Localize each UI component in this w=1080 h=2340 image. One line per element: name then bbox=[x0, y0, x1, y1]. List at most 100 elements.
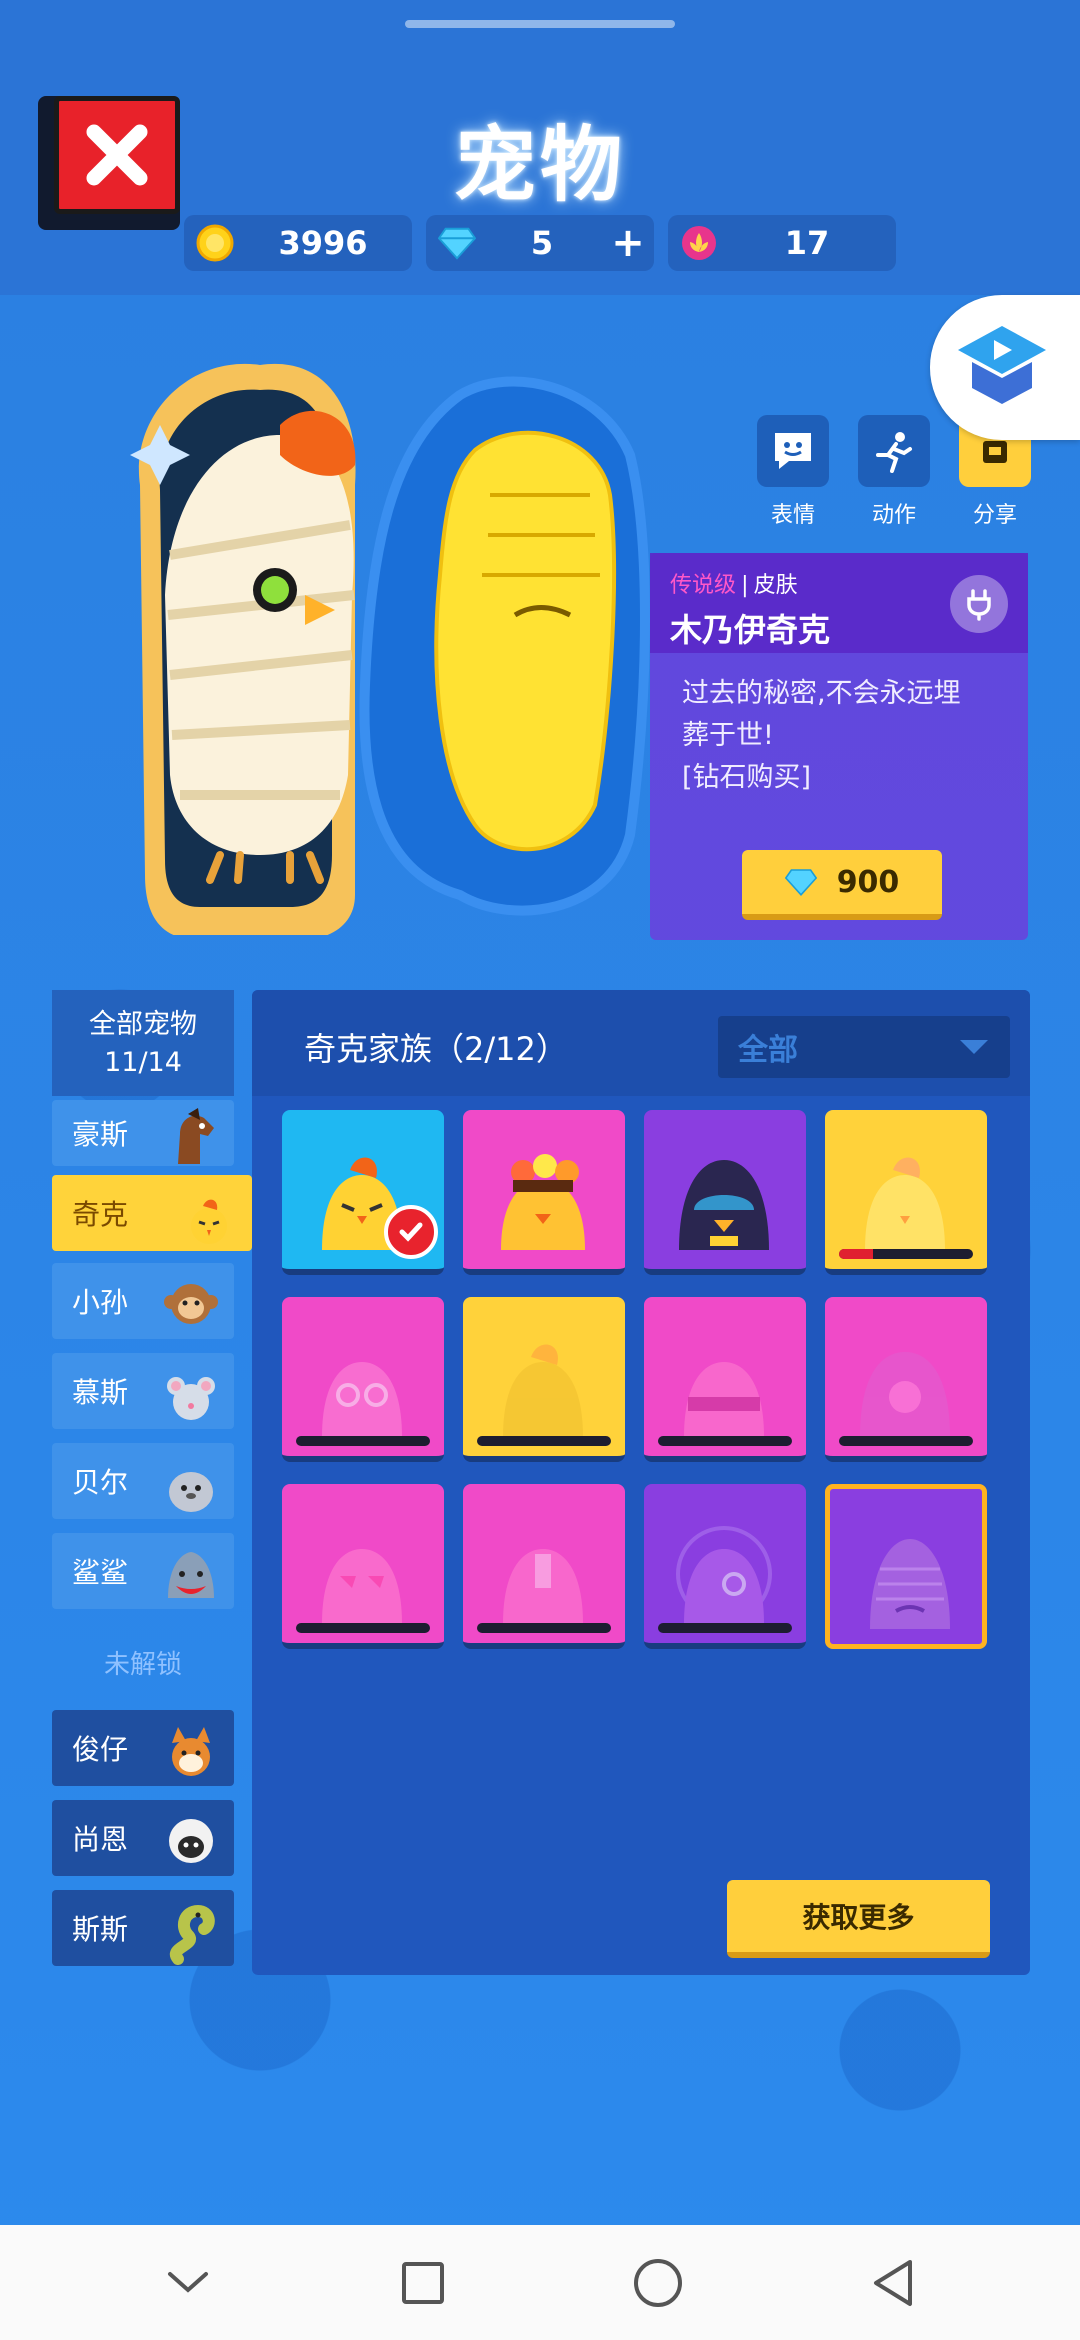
square-icon bbox=[401, 2261, 444, 2304]
shark-pet-icon bbox=[154, 1534, 228, 1608]
skin-tile[interactable] bbox=[463, 1484, 625, 1649]
lotus-value: 17 bbox=[784, 224, 830, 262]
unlock-progress-bar bbox=[839, 1436, 973, 1446]
skin-tile[interactable] bbox=[282, 1110, 444, 1275]
sidebar-item-chick[interactable]: 奇克 bbox=[52, 1175, 252, 1251]
chick-pet-icon bbox=[172, 1176, 246, 1250]
diamond-balance: 5 + bbox=[426, 215, 654, 271]
veil-chick-skin-icon bbox=[860, 1352, 950, 1437]
sidebar-item-monkey[interactable]: 小孙 bbox=[52, 1263, 234, 1339]
unlock-progress-bar bbox=[296, 1436, 430, 1446]
skin-tile[interactable] bbox=[825, 1110, 987, 1275]
unlock-progress-bar bbox=[296, 1623, 430, 1633]
sidebar-item-shiba[interactable]: 俊仔 bbox=[52, 1710, 234, 1786]
monkey-pet-icon bbox=[154, 1264, 228, 1338]
filter-dropdown[interactable]: 全部 bbox=[718, 1016, 1010, 1078]
sidebar-item-label: 贝尔 bbox=[72, 1466, 129, 1499]
skin-tile[interactable] bbox=[644, 1297, 806, 1462]
gold-coin-icon bbox=[196, 224, 234, 262]
buy-skin-button[interactable]: 900 bbox=[742, 850, 942, 920]
run-icon bbox=[876, 432, 912, 473]
skin-separator: | bbox=[741, 573, 749, 598]
skin-info-header: 传说级 | 皮肤 木乃伊奇克 bbox=[650, 553, 1028, 653]
gold-value: 3996 bbox=[278, 224, 368, 262]
seal-pet-icon bbox=[154, 1444, 228, 1518]
skin-tile[interactable] bbox=[644, 1110, 806, 1275]
nav-home-button[interactable] bbox=[618, 2243, 698, 2323]
play-cap-icon bbox=[958, 325, 1046, 404]
selected-check-icon bbox=[384, 1205, 438, 1259]
diamond-icon bbox=[784, 869, 817, 896]
sidebar-item-shark[interactable]: 鲨鲨 bbox=[52, 1533, 234, 1609]
sidebar-item-label: 小孙 bbox=[72, 1286, 129, 1319]
pet-collection-panel: 奇克家族（2/12） 全部 bbox=[252, 990, 1030, 1975]
sidebar-item-label: 奇克 bbox=[72, 1198, 129, 1231]
skin-description-line: 葬于世! bbox=[682, 720, 774, 751]
system-nav-bar bbox=[0, 2225, 1080, 2340]
emote-button[interactable]: 表情 bbox=[757, 415, 829, 529]
shiba-pet-icon bbox=[154, 1711, 228, 1785]
get-more-button[interactable]: 获取更多 bbox=[727, 1880, 990, 1958]
diamond-icon bbox=[438, 224, 476, 262]
mouse-pet-icon bbox=[154, 1354, 228, 1428]
jiangshi-chick-skin-icon bbox=[503, 1549, 583, 1624]
gold-balance: 3996 bbox=[184, 215, 412, 271]
locked-section-label: 未解锁 bbox=[103, 1650, 182, 1680]
hooded-chick-skin-icon bbox=[679, 1160, 769, 1250]
plug-icon[interactable] bbox=[950, 575, 1008, 633]
all-pets-count: 11/14 bbox=[104, 1047, 182, 1078]
pharaoh-chick-skin-icon bbox=[870, 1539, 950, 1629]
skin-tile[interactable] bbox=[463, 1110, 625, 1275]
chevron-down-icon bbox=[167, 2271, 208, 2293]
skin-tile[interactable] bbox=[463, 1297, 625, 1462]
all-pets-label: 全部宠物 bbox=[89, 1009, 197, 1040]
skin-purchase-note: [钻石购买] bbox=[682, 762, 812, 793]
skin-tile[interactable] bbox=[644, 1484, 806, 1649]
lotus-balance: 17 bbox=[668, 215, 896, 271]
skin-tile[interactable] bbox=[825, 1297, 987, 1462]
family-title: 奇克家族（2/12） bbox=[304, 1030, 568, 1068]
motion-button[interactable]: 动作 bbox=[858, 415, 930, 529]
motion-label: 动作 bbox=[871, 503, 916, 528]
sidebar-item-label: 鲨鲨 bbox=[72, 1556, 129, 1589]
chevron-down-icon bbox=[960, 1040, 988, 1054]
sidebar-item-label: 豪斯 bbox=[72, 1118, 129, 1151]
nav-back-button[interactable] bbox=[853, 2243, 933, 2323]
all-pets-tab[interactable]: 全部宠物 11/14 bbox=[52, 990, 234, 1096]
skin-tile-selected[interactable] bbox=[825, 1484, 987, 1649]
sheep-pet-icon bbox=[154, 1801, 228, 1875]
unlock-progress-bar bbox=[839, 1249, 973, 1259]
scarf-chick-skin-icon bbox=[684, 1362, 764, 1437]
sidebar-item-label: 俊仔 bbox=[72, 1733, 129, 1766]
sidebar-item-horse[interactable]: 豪斯 bbox=[52, 1100, 234, 1166]
share-label: 分享 bbox=[972, 503, 1017, 528]
sidebar-item-sheep[interactable]: 尚恩 bbox=[52, 1800, 234, 1876]
sidebar-item-label: 斯斯 bbox=[72, 1913, 129, 1946]
skin-tile[interactable] bbox=[282, 1484, 444, 1649]
nav-recents-button[interactable] bbox=[383, 2243, 463, 2323]
snake-pet-icon bbox=[154, 1891, 228, 1965]
page-title: 宠物 bbox=[453, 118, 626, 213]
flower-chick-skin-icon bbox=[501, 1154, 585, 1250]
add-diamond-button[interactable]: + bbox=[608, 220, 648, 266]
skin-tier: 传说级 bbox=[670, 573, 737, 598]
emote-label: 表情 bbox=[770, 503, 815, 528]
skin-description: 过去的秘密,不会永远埋 葬于世! [钻石购买] bbox=[650, 653, 1028, 819]
sidebar-item-seal[interactable]: 贝尔 bbox=[52, 1443, 234, 1519]
back-triangle-icon bbox=[873, 2259, 912, 2306]
sidebar-item-mouse[interactable]: 慕斯 bbox=[52, 1353, 234, 1429]
drag-handle[interactable] bbox=[405, 20, 675, 28]
gold-chick-skin-icon bbox=[503, 1344, 583, 1437]
nav-collapse-button[interactable] bbox=[148, 2243, 228, 2323]
filter-value: 全部 bbox=[738, 1033, 798, 1068]
video-reward-button[interactable] bbox=[930, 295, 1080, 440]
sidebar-item-snake[interactable]: 斯斯 bbox=[52, 1890, 234, 1966]
skin-grid bbox=[282, 1110, 987, 1649]
skin-tile[interactable] bbox=[282, 1297, 444, 1462]
skin-type: 皮肤 bbox=[753, 573, 798, 598]
unlock-progress-bar bbox=[477, 1623, 611, 1633]
locked-chick-skin-icon bbox=[865, 1157, 945, 1250]
sidebar-item-label: 尚恩 bbox=[72, 1823, 129, 1856]
skin-description-line: 过去的秘密,不会永远埋 bbox=[682, 678, 961, 709]
unlock-progress-bar bbox=[658, 1436, 792, 1446]
